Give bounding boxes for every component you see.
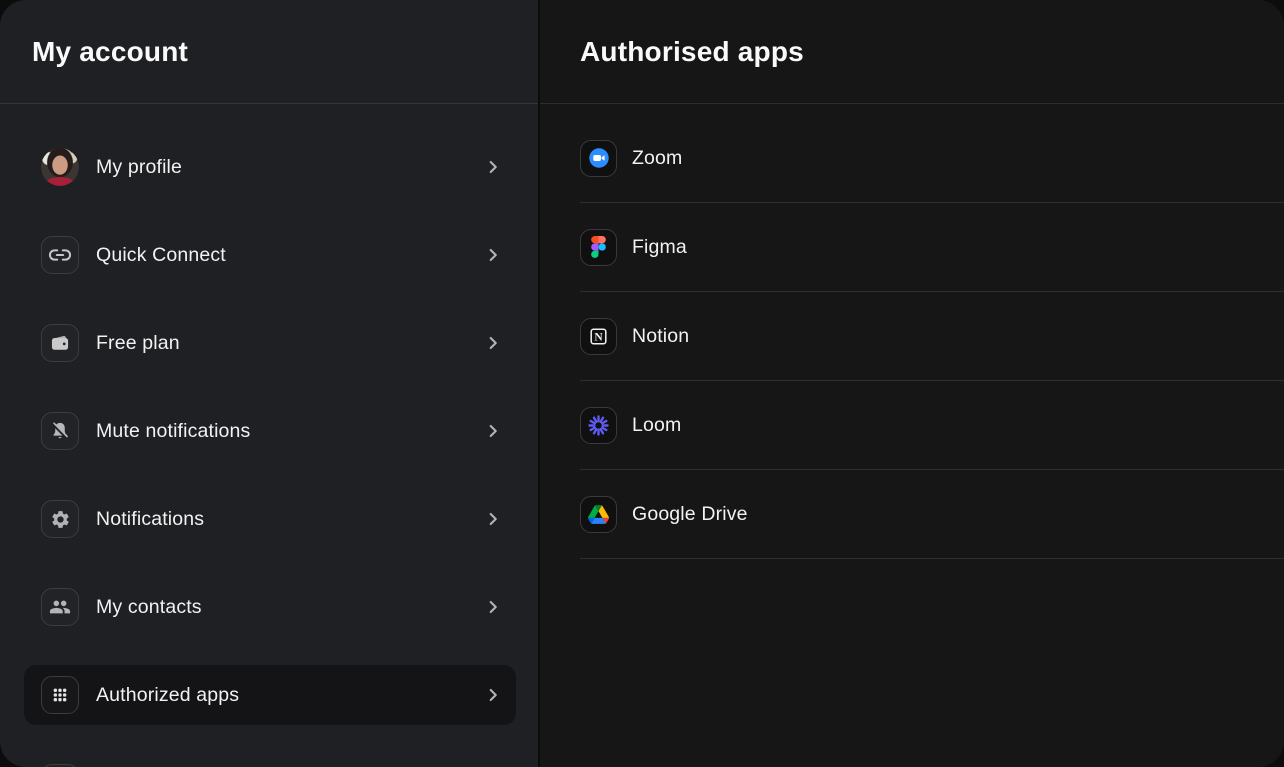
figma-icon [580,229,617,266]
sidebar-item-label: My profile [96,156,482,179]
chevron-right-icon [482,156,504,178]
app-name: Zoom [632,147,682,170]
app-row-figma[interactable]: Figma [580,203,1284,292]
app-row-notion[interactable]: N Notion [580,292,1284,381]
sidebar-item-label: Free plan [96,332,482,355]
chevron-right-icon [482,684,504,706]
left-panel-title: My account [32,36,188,68]
app-row-google-drive[interactable]: Google Drive [580,470,1284,559]
sidebar-item-authorized-apps[interactable]: Authorized apps [24,665,516,725]
sidebar-item-label: Notifications [96,508,482,531]
chevron-right-icon [482,596,504,618]
authorised-apps-panel: Authorised apps Zoom [540,0,1284,767]
google-drive-icon [580,496,617,533]
gear-icon [41,500,79,538]
app-name: Loom [632,414,681,437]
sidebar-item-my-contacts[interactable]: My contacts [24,577,516,637]
app-row-loom[interactable]: Loom [580,381,1284,470]
sidebar-item-free-plan[interactable]: Free plan [24,313,516,373]
people-icon [41,588,79,626]
sidebar-item-mute-notifications[interactable]: Mute notifications [24,401,516,461]
svg-text:N: N [594,331,603,343]
sidebar-item-notifications[interactable]: Notifications [24,489,516,549]
my-account-window: My account My profile Quick Connect [0,0,1284,767]
account-menu: My profile Quick Connect [0,104,538,767]
sidebar-item-partial[interactable] [24,753,516,767]
sidebar-item-label: Quick Connect [96,244,482,267]
authorised-apps-list: Zoom Figma [540,104,1284,559]
chevron-right-icon [482,508,504,530]
app-name: Google Drive [632,503,748,526]
chevron-right-icon [482,332,504,354]
sidebar-item-label: Mute notifications [96,420,482,443]
link-icon [41,236,79,274]
right-panel-title: Authorised apps [580,36,804,68]
notion-icon: N [580,318,617,355]
loom-icon [580,407,617,444]
wallet-icon [41,324,79,362]
chevron-right-icon [482,244,504,266]
sidebar-item-label: Authorized apps [96,684,482,707]
app-name: Figma [632,236,687,259]
sidebar-item-label: My contacts [96,596,482,619]
right-panel-header: Authorised apps [540,0,1284,104]
bell-off-icon [41,412,79,450]
my-account-panel: My account My profile Quick Connect [0,0,538,767]
grid-icon [41,676,79,714]
zoom-icon [580,140,617,177]
profile-avatar [41,148,79,186]
sidebar-item-my-profile[interactable]: My profile [24,137,516,197]
left-panel-header: My account [0,0,538,104]
chevron-right-icon [482,420,504,442]
sidebar-item-quick-connect[interactable]: Quick Connect [24,225,516,285]
app-name: Notion [632,325,689,348]
app-row-zoom[interactable]: Zoom [580,114,1284,203]
